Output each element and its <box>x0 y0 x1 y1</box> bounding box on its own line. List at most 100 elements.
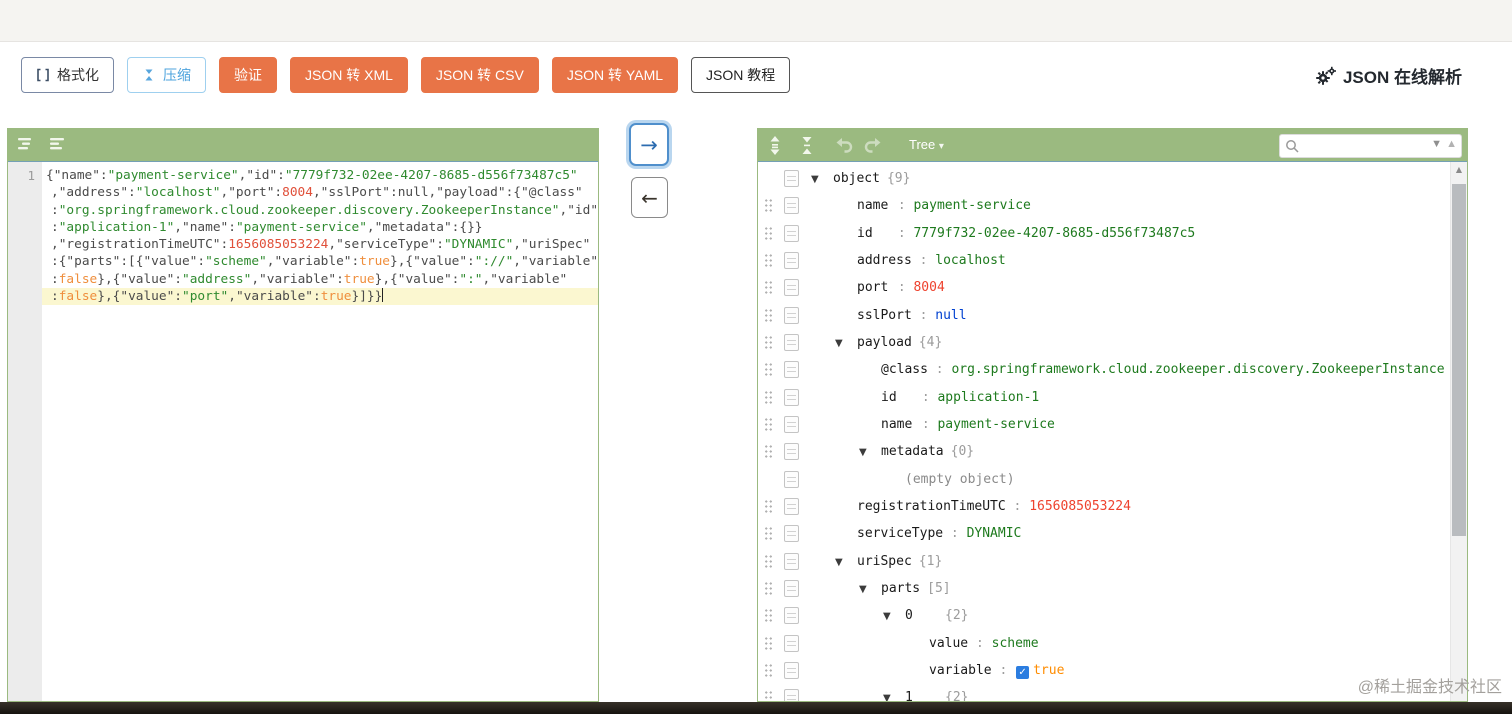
tree-value[interactable]: scheme <box>992 636 1039 651</box>
drag-handle-icon[interactable] <box>764 335 773 351</box>
row-menu-button[interactable] <box>784 689 799 701</box>
tree-value[interactable]: DYNAMIC <box>967 526 1022 541</box>
row-menu-button[interactable] <box>784 388 799 406</box>
tree-value[interactable]: 1656085053224 <box>1029 499 1131 514</box>
drag-handle-icon[interactable] <box>764 362 773 378</box>
row-menu-button[interactable] <box>784 361 799 379</box>
collapse-triangle-icon[interactable]: ▼ <box>835 338 857 349</box>
transfer-left-button[interactable]: ← <box>631 177 668 218</box>
search-prev-icon[interactable]: ▲ <box>1446 138 1457 150</box>
tree-field[interactable]: 0 <box>905 608 938 623</box>
row-menu-button[interactable] <box>784 416 799 434</box>
tree-value[interactable]: localhost <box>935 253 1005 268</box>
tree-field[interactable]: port <box>857 280 890 295</box>
row-menu-button[interactable] <box>784 279 799 297</box>
code-line[interactable]: :false},{"value":"address","variable":tr… <box>42 271 598 288</box>
tree-field[interactable]: serviceType <box>857 526 943 541</box>
tree-field[interactable]: address <box>857 253 912 268</box>
drag-handle-icon[interactable] <box>764 389 773 405</box>
row-menu-button[interactable] <box>784 470 799 488</box>
collapse-triangle-icon[interactable]: ▼ <box>835 557 857 568</box>
redo-icon[interactable] <box>864 137 884 154</box>
mode-dropdown[interactable]: Tree ▾ <box>909 137 944 152</box>
row-menu-button[interactable] <box>784 443 799 461</box>
row-menu-button[interactable] <box>784 662 799 680</box>
code-line[interactable]: :"application-1","name":"payment-service… <box>42 219 598 236</box>
drag-handle-icon[interactable] <box>764 608 773 624</box>
tree-field[interactable]: 1 <box>905 690 938 701</box>
scrollbar-thumb[interactable] <box>1452 184 1466 536</box>
json-to-xml-button[interactable]: JSON 转 XML <box>290 57 408 93</box>
tree-field[interactable]: name <box>881 417 914 432</box>
drag-handle-icon[interactable] <box>764 663 773 679</box>
search-next-icon[interactable]: ▼ <box>1431 138 1442 150</box>
tree-field[interactable]: object <box>833 171 880 186</box>
search-input[interactable] <box>1305 137 1427 155</box>
drag-handle-icon[interactable] <box>764 280 773 296</box>
row-menu-button[interactable] <box>784 607 799 625</box>
drag-handle-icon[interactable] <box>764 635 773 651</box>
drag-handle-icon[interactable] <box>764 581 773 597</box>
tree-value[interactable]: payment-service <box>937 417 1054 432</box>
row-menu-button[interactable] <box>784 224 799 242</box>
tree-field[interactable]: payload <box>857 335 912 350</box>
compress-button[interactable]: 压缩 <box>127 57 206 93</box>
scroll-up-icon[interactable]: ▲ <box>1451 162 1467 178</box>
row-menu-button[interactable] <box>784 634 799 652</box>
collapse-triangle-icon[interactable]: ▼ <box>883 611 905 622</box>
row-menu-button[interactable] <box>784 306 799 324</box>
drag-handle-icon[interactable] <box>764 526 773 542</box>
json-to-yaml-button[interactable]: JSON 转 YAML <box>551 57 679 93</box>
drag-handle-icon[interactable] <box>764 553 773 569</box>
row-menu-button[interactable] <box>784 197 799 215</box>
code-line[interactable]: :{"parts":[{"value":"scheme","variable":… <box>42 253 598 270</box>
drag-handle-icon[interactable] <box>764 444 773 460</box>
expand-all-icon[interactable] <box>767 136 787 155</box>
tree-field[interactable]: sslPort <box>857 308 912 323</box>
row-menu-button[interactable] <box>784 525 799 543</box>
json-tutorial-button[interactable]: JSON 教程 <box>691 57 791 93</box>
tree-value[interactable]: true <box>1033 663 1064 678</box>
json-to-csv-button[interactable]: JSON 转 CSV <box>420 57 539 93</box>
row-menu-button[interactable] <box>784 498 799 516</box>
tree-field[interactable]: variable <box>929 663 992 678</box>
tree-field[interactable]: metadata <box>881 444 944 459</box>
tree-value[interactable]: application-1 <box>937 390 1039 405</box>
tree-field[interactable]: @class <box>881 362 928 377</box>
drag-handle-icon[interactable] <box>764 253 773 269</box>
tree-value[interactable]: payment-service <box>913 198 1030 213</box>
drag-handle-icon[interactable] <box>764 690 773 701</box>
transfer-right-button[interactable]: → <box>629 123 669 166</box>
code-line[interactable]: ,"address":"localhost","port":8004,"sslP… <box>42 184 598 201</box>
tree-value[interactable]: 7779f732-02ee-4207-8685-d556f73487c5 <box>913 226 1195 241</box>
tree-field[interactable]: registrationTimeUTC <box>857 499 1006 514</box>
format-button[interactable]: 格式化 <box>21 57 114 93</box>
collapse-triangle-icon[interactable]: ▼ <box>811 174 833 185</box>
scrollbar[interactable]: ▲ <box>1450 162 1467 701</box>
tree-field[interactable]: name <box>857 198 890 213</box>
row-menu-button[interactable] <box>784 252 799 270</box>
drag-handle-icon[interactable] <box>764 417 773 433</box>
row-menu-button[interactable] <box>784 170 799 188</box>
code-line[interactable]: :false},{"value":"port","variable":true}… <box>42 288 598 306</box>
tree-field[interactable]: value <box>929 636 968 651</box>
collapse-triangle-icon[interactable]: ▼ <box>883 693 905 701</box>
row-menu-button[interactable] <box>784 552 799 570</box>
drag-handle-icon[interactable] <box>764 499 773 515</box>
code-line[interactable]: {"name":"payment-service","id":"7779f732… <box>42 167 598 184</box>
tree-field[interactable]: id <box>857 226 890 241</box>
code-area[interactable]: {"name":"payment-service","id":"7779f732… <box>42 162 598 701</box>
tree-field[interactable]: uriSpec <box>857 554 912 569</box>
collapse-triangle-icon[interactable]: ▼ <box>859 447 881 458</box>
code-line[interactable]: :"org.springframework.cloud.zookeeper.di… <box>42 202 598 219</box>
row-menu-button[interactable] <box>784 580 799 598</box>
drag-handle-icon[interactable] <box>764 198 773 214</box>
validate-button[interactable]: 验证 <box>219 57 277 93</box>
drag-handle-icon[interactable] <box>764 307 773 323</box>
drag-handle-icon[interactable] <box>764 225 773 241</box>
collapse-all-icon[interactable] <box>799 136 819 154</box>
compact-document-icon[interactable] <box>50 137 70 154</box>
row-menu-button[interactable] <box>784 334 799 352</box>
tree-value[interactable]: org.springframework.cloud.zookeeper.disc… <box>951 362 1444 377</box>
tree-value[interactable]: 8004 <box>913 280 944 295</box>
